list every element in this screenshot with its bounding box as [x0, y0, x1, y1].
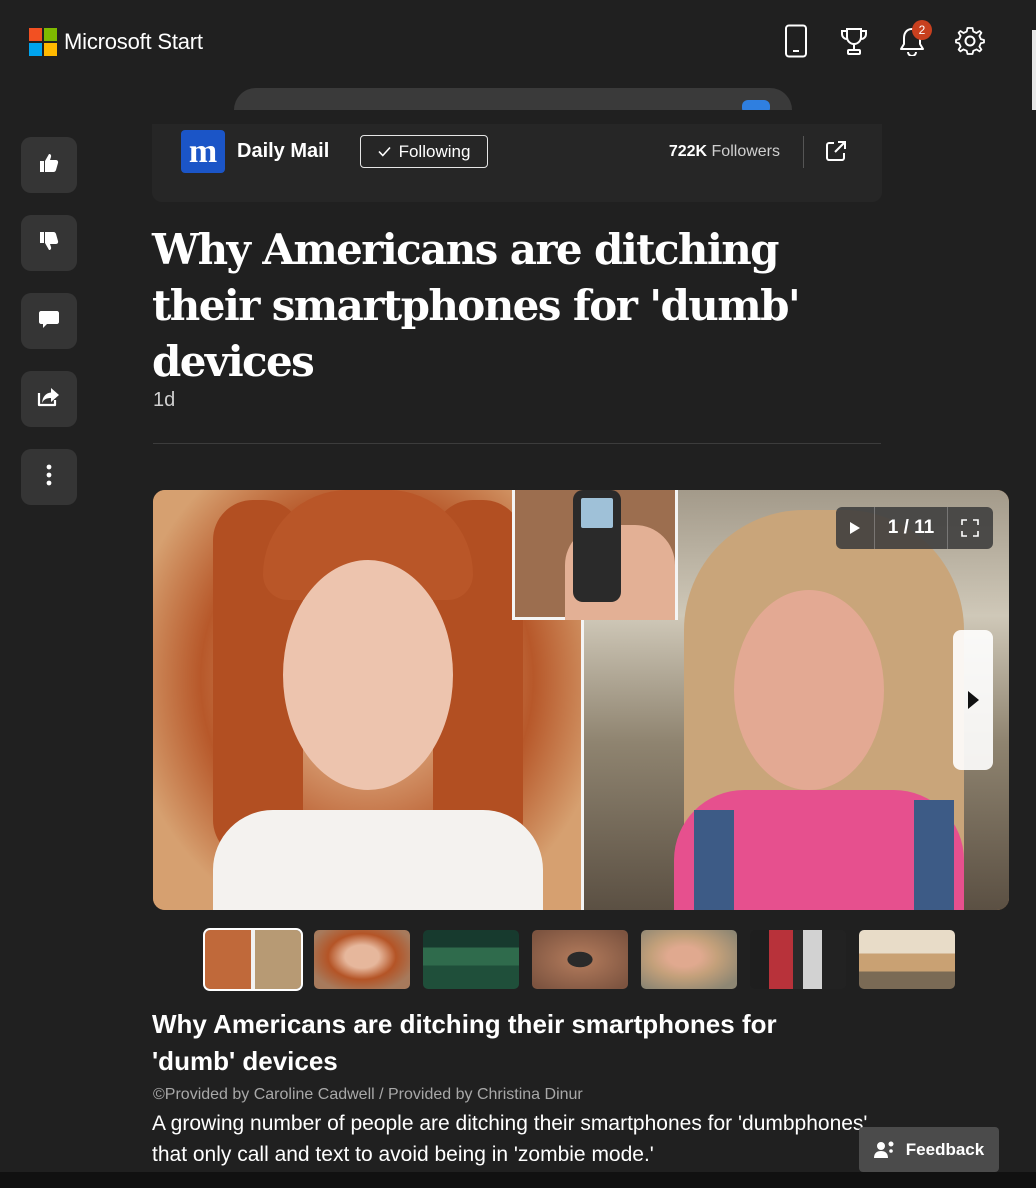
bell-icon[interactable]: 2: [896, 20, 932, 60]
fullscreen-icon: [961, 519, 979, 537]
publisher-card: m Daily Mail Following 722K Followers: [152, 124, 882, 202]
share-button[interactable]: [21, 371, 77, 427]
like-button[interactable]: [21, 137, 77, 193]
headline-divider: [153, 443, 881, 444]
top-icons: 2: [780, 20, 986, 60]
trophy-icon[interactable]: [838, 22, 870, 60]
following-button[interactable]: Following: [360, 135, 488, 168]
gallery-thumbnails: [203, 928, 955, 991]
feedback-label: Feedback: [905, 1139, 985, 1159]
dislike-button[interactable]: [21, 215, 77, 271]
taskbar-edge: [0, 1172, 1036, 1188]
more-options-button[interactable]: [21, 449, 77, 505]
notification-badge: 2: [912, 20, 932, 40]
thumbnail[interactable]: [203, 928, 303, 991]
gallery-photo-inset: [512, 490, 678, 620]
thumbnail[interactable]: [641, 930, 737, 989]
feedback-button[interactable]: Feedback: [859, 1127, 999, 1172]
search-accent: [742, 100, 770, 110]
followers-number: 722K: [668, 143, 708, 160]
gallery-controls: 1 / 11: [836, 507, 993, 549]
external-link-icon[interactable]: [824, 139, 848, 163]
thumbs-up-icon: [37, 151, 61, 180]
thumbs-down-icon: [37, 229, 61, 258]
scrollbar[interactable]: [1032, 30, 1036, 110]
thumbnail[interactable]: [423, 930, 519, 989]
microsoft-start-logo[interactable]: Microsoft Start: [29, 28, 203, 56]
publisher-name[interactable]: Daily Mail: [237, 140, 329, 163]
thumbnail[interactable]: [314, 930, 410, 989]
thumbnail[interactable]: [859, 930, 955, 989]
publisher-divider: [803, 136, 804, 168]
chevron-right-icon: [968, 691, 979, 709]
action-rail: [21, 137, 77, 505]
gallery-counter: 1 / 11: [887, 517, 935, 538]
logo-text: Microsoft Start: [64, 29, 203, 54]
image-gallery[interactable]: 1 / 11: [153, 490, 1009, 910]
followers-label: Followers: [711, 143, 780, 160]
check-icon: [378, 146, 391, 157]
thumbnail[interactable]: [750, 930, 846, 989]
feedback-icon: [873, 1141, 894, 1158]
slide-caption-title: Why Americans are ditching their smartph…: [152, 1009, 777, 1076]
daily-mail-logo[interactable]: m: [181, 130, 225, 173]
phone-icon[interactable]: [780, 22, 812, 60]
comment-icon: [37, 307, 61, 336]
play-icon: [850, 522, 860, 534]
gear-icon[interactable]: [954, 22, 986, 60]
following-label: Following: [398, 141, 471, 161]
more-icon: [46, 463, 52, 492]
photo-credit: ©Provided by Caroline Cadwell / Provided…: [153, 1086, 583, 1103]
play-button[interactable]: [836, 507, 874, 549]
fullscreen-button[interactable]: [948, 507, 992, 549]
article-age: 1d: [153, 389, 176, 411]
followers-count: 722K Followers: [669, 143, 780, 161]
microsoft-logo-icon: [29, 28, 57, 56]
search-bar[interactable]: [234, 88, 792, 110]
next-slide-button[interactable]: [953, 630, 993, 770]
article-headline: Why Americans are ditching their smartph…: [152, 225, 801, 386]
top-bar: Microsoft Start 2: [0, 0, 1036, 84]
comment-button[interactable]: [21, 293, 77, 349]
share-icon: [36, 385, 62, 414]
thumbnail[interactable]: [532, 930, 628, 989]
slide-description: A growing number of people are ditching …: [152, 1112, 868, 1166]
